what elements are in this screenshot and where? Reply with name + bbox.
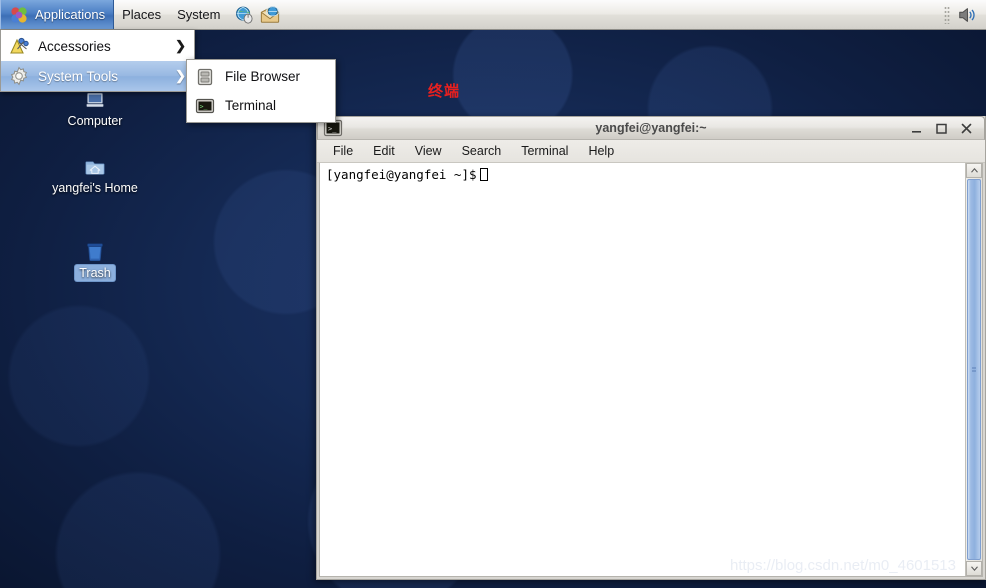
menu-item-label: File Browser [225,69,301,84]
menu-file[interactable]: File [333,144,353,158]
menu-places-label: Places [122,7,162,22]
panel-drag-handle[interactable] [944,5,950,24]
panel-spacer [286,0,940,29]
terminal-window[interactable]: >_ yangfei@yangfei:~ File Edit View Sear… [316,116,986,580]
terminal-scrollbar[interactable] [965,163,982,576]
terminal-output[interactable]: [yangfei@yangfei ~]$ [320,163,965,576]
computer-glyph [86,93,104,107]
terminal-icon: >_ [195,98,215,113]
trash-glyph [87,243,103,262]
chevron-right-icon: ❯ [175,38,186,53]
menu-item-accessories[interactable]: Accessories ❯ [1,31,194,61]
desktop-icon-label: Trash [75,265,115,281]
accessories-icon [10,37,29,54]
panel-tray [940,0,986,29]
svg-text:>_: >_ [328,125,337,133]
system-tools-gear-icon [10,66,28,86]
desktop-icon-trash[interactable]: Trash [40,210,150,281]
menu-edit[interactable]: Edit [373,144,395,158]
applications-menu: Accessories ❯ System Tools ❯ [0,30,195,92]
menu-applications-label: Applications [35,7,106,22]
scroll-thumb[interactable] [967,179,981,560]
file-browser-icon [197,68,213,85]
shell-prompt: [yangfei@yangfei ~]$ [326,167,477,182]
text-cursor [479,168,488,181]
chevron-up-icon [970,168,978,173]
terminal-menu-bar: File Edit View Search Terminal Help [317,140,985,163]
terminal-title-bar[interactable]: >_ yangfei@yangfei:~ [317,116,985,140]
scroll-up-button[interactable] [966,163,982,178]
web-browser-icon[interactable] [234,5,254,25]
annotation-text: 终端 [428,82,461,100]
minimize-button[interactable] [910,122,923,135]
maximize-button[interactable] [935,122,948,135]
desktop-screen: Computer yangfei's Home Trash 终端 >_ yang… [0,0,986,588]
chevron-down-icon [970,566,978,571]
window-controls [910,122,979,135]
terminal-body[interactable]: [yangfei@yangfei ~]$ [319,163,983,577]
home-folder-glyph [85,161,105,175]
menu-system-label: System [177,7,221,22]
menu-places[interactable]: Places [114,0,169,29]
applications-pinwheel-icon [11,6,27,23]
menu-search[interactable]: Search [462,144,502,158]
terminal-title: yangfei@yangfei:~ [595,121,707,135]
top-panel: Applications Places System [0,0,986,30]
menu-item-label: Accessories [38,38,111,54]
menu-view[interactable]: View [415,144,442,158]
close-button[interactable] [960,122,973,135]
menu-item-file-browser[interactable]: File Browser [187,62,335,91]
menu-terminal[interactable]: Terminal [521,144,568,158]
home-folder-icon [40,125,150,177]
panel-launchers [228,0,286,29]
menu-help[interactable]: Help [588,144,614,158]
menu-applications[interactable]: Applications [0,0,115,29]
close-icon [961,123,972,133]
menu-item-system-tools[interactable]: System Tools ❯ [1,61,194,91]
menu-item-label: System Tools [38,68,119,84]
maximize-icon [936,123,947,134]
trash-icon [40,210,150,262]
email-icon[interactable] [260,5,280,25]
menu-system[interactable]: System [169,0,228,29]
volume-icon[interactable] [957,5,977,25]
menu-item-label: Terminal [225,98,277,113]
menu-item-terminal[interactable]: >_ Terminal [187,91,335,120]
desktop-icon-home[interactable]: yangfei's Home [40,125,150,196]
desktop-icon-label: yangfei's Home [52,181,138,195]
svg-text:>_: >_ [200,102,208,110]
minimize-icon [912,130,921,133]
system-tools-submenu: File Browser >_ Terminal [186,59,336,123]
scroll-down-button[interactable] [966,561,982,576]
